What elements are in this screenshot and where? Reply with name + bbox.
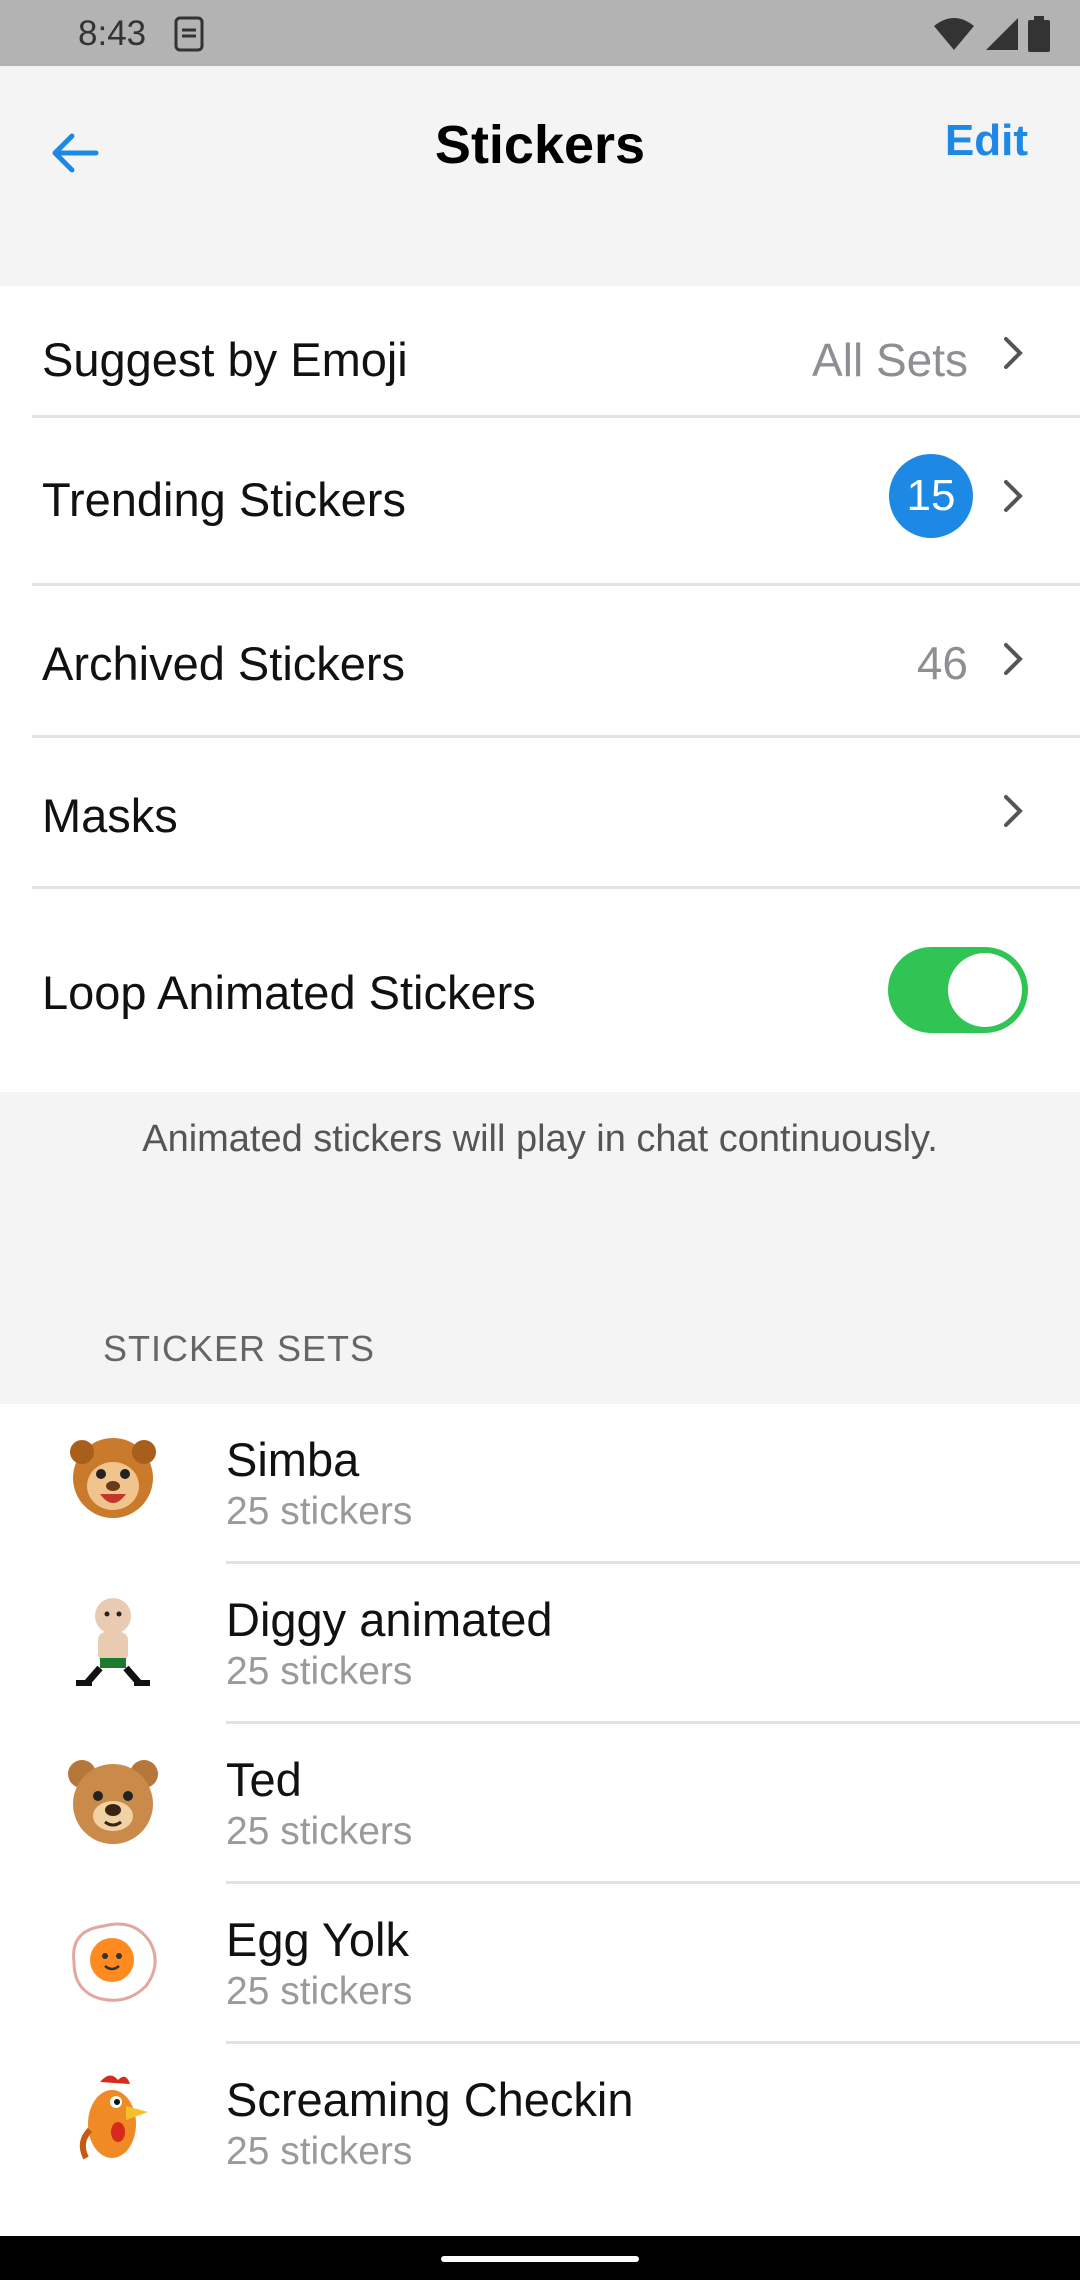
page-title: Stickers (434, 115, 646, 175)
loop-hint-text: Animated stickers will play in chat cont… (142, 1118, 938, 1160)
home-gesture-handle[interactable] (441, 2256, 639, 2262)
sticker-set-name: Egg Yolk (226, 1913, 409, 1966)
sticker-set-row[interactable]: Diggy animated 25 stickers (0, 1564, 1080, 1724)
sim-card-icon (174, 16, 204, 52)
edit-button[interactable]: Edit (945, 116, 1028, 166)
status-icons (932, 14, 1050, 54)
status-time: 8:43 (78, 14, 147, 53)
sticker-sets-list: Simba 25 stickers Diggy animated 25 stic… (0, 1404, 1080, 2236)
archived-stickers-count: 46 (916, 637, 968, 689)
sticker-set-name: Diggy animated (226, 1593, 553, 1646)
sticker-set-count: 25 stickers (226, 1490, 413, 1533)
settings-list: Suggest by Emoji All Sets Trending Stick… (0, 286, 1080, 1092)
loop-animated-stickers-label: Loop Animated Stickers (42, 966, 536, 1019)
system-nav-bar (0, 2236, 1080, 2280)
teddy-bear-icon (68, 1760, 158, 1844)
chevron-right-icon (1004, 795, 1023, 827)
sticker-set-count: 25 stickers (226, 1650, 413, 1693)
sticker-set-row[interactable]: Simba 25 stickers (0, 1404, 1080, 1564)
chevron-right-icon (1004, 480, 1023, 512)
suggest-by-emoji-value: All Sets (812, 334, 968, 386)
masks-label: Masks (42, 789, 178, 842)
lion-cub-icon (70, 1438, 156, 1518)
battery-icon (1028, 16, 1050, 52)
sticker-set-row[interactable]: Ted 25 stickers (0, 1724, 1080, 1884)
fried-egg-icon (72, 1922, 157, 2002)
chevron-right-icon (1004, 643, 1023, 675)
sticker-set-count: 25 stickers (226, 1970, 413, 2013)
sticker-set-count: 25 stickers (226, 1810, 413, 1853)
wifi-icon (934, 18, 974, 50)
trending-stickers-label: Trending Stickers (42, 473, 406, 526)
sticker-set-count: 25 stickers (226, 2130, 413, 2173)
sticker-sets-header: STICKER SETS (103, 1328, 376, 1369)
diggy-character-icon (76, 1598, 150, 1687)
signal-icon (986, 18, 1018, 50)
sticker-set-name: Ted (226, 1753, 302, 1806)
loop-animated-toggle[interactable] (888, 947, 1028, 1033)
masks-row[interactable]: Masks (0, 738, 1080, 889)
archived-stickers-label: Archived Stickers (42, 637, 406, 690)
suggest-by-emoji-label: Suggest by Emoji (42, 333, 408, 386)
chevron-right-icon (1004, 337, 1023, 369)
rooster-icon (79, 2075, 148, 2160)
suggest-by-emoji-row[interactable]: Suggest by Emoji All Sets (0, 286, 1080, 418)
sticker-set-name: Screaming Checkin (226, 2073, 634, 2126)
app-header: Stickers Edit (0, 66, 1080, 286)
status-bar: 8:43 (0, 0, 1080, 66)
loop-animated-stickers-row: Loop Animated Stickers (0, 889, 1080, 1092)
toggle-knob (948, 953, 1022, 1027)
trending-count-badge: 15 (889, 454, 973, 538)
sticker-set-row[interactable]: Egg Yolk 25 stickers (0, 1884, 1080, 2044)
trending-stickers-row[interactable]: Trending Stickers 15 (0, 418, 1080, 586)
sticker-set-row[interactable]: Screaming Checkin 25 stickers (0, 2044, 1080, 2204)
sticker-set-name: Simba (226, 1433, 360, 1486)
archived-stickers-row[interactable]: Archived Stickers 46 (0, 586, 1080, 738)
